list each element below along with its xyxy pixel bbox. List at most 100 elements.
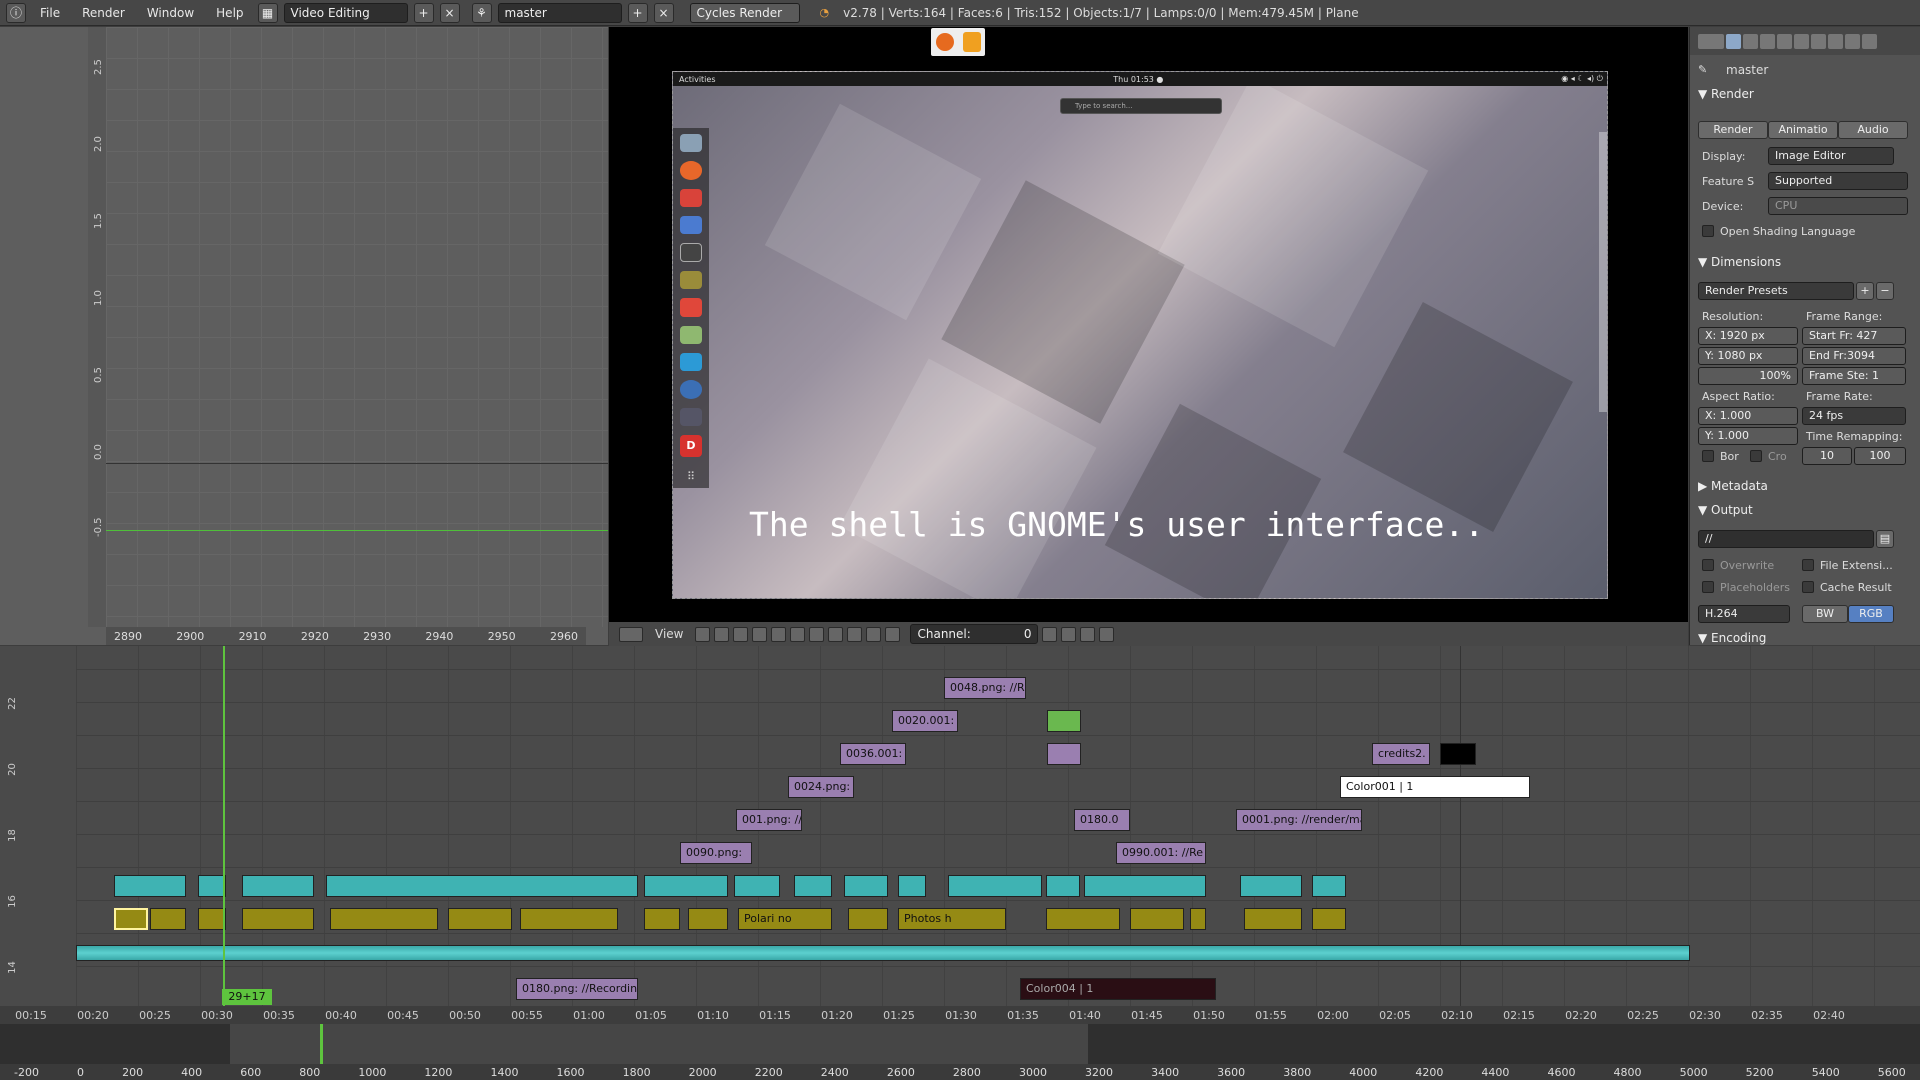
image-strip[interactable]: 0180.png: //Recording [516, 978, 638, 1000]
aspect-y-field[interactable]: Y: 1.000 [1698, 427, 1798, 445]
sound-strip[interactable] [948, 875, 1042, 897]
bw-toggle[interactable]: BW [1802, 605, 1848, 623]
aspect-x-field[interactable]: X: 1.000 [1698, 407, 1798, 425]
image-strip[interactable]: 0990.001: //Re [1116, 842, 1206, 864]
pin-icon[interactable]: ✎ [1698, 63, 1707, 76]
osl-checkbox[interactable] [1702, 225, 1714, 237]
movie-strip[interactable] [520, 908, 618, 930]
movie-strip[interactable]: Polari no [738, 908, 832, 930]
sound-strip[interactable] [1046, 875, 1080, 897]
menu-render[interactable]: Render [74, 6, 133, 20]
editor-type-icon[interactable] [1698, 33, 1724, 49]
feature-set-select[interactable]: Supported [1768, 172, 1908, 190]
audio-button[interactable]: Audio [1838, 121, 1908, 139]
device-select[interactable]: CPU [1768, 197, 1908, 215]
music-sound-strip[interactable] [76, 945, 1690, 961]
color-strip[interactable]: Color004 | 1 [1020, 978, 1216, 1000]
color-strip[interactable] [1440, 743, 1476, 765]
toolbar-icon[interactable] [1061, 626, 1077, 642]
image-strip[interactable]: 0024.png: [788, 776, 854, 798]
image-strip[interactable]: 001.png: // [736, 809, 802, 831]
toolbar-icon[interactable] [866, 626, 882, 642]
sound-strip[interactable] [114, 875, 186, 897]
channel-field[interactable]: Channel: 0 [910, 624, 1039, 644]
menu-help[interactable]: Help [208, 6, 251, 20]
sound-strip[interactable] [794, 875, 832, 897]
image-strip[interactable]: credits2. [1372, 743, 1430, 765]
cache-result-checkbox[interactable] [1802, 581, 1814, 593]
render-button[interactable]: Render [1698, 121, 1768, 139]
add-preset-button[interactable]: + [1856, 282, 1874, 300]
scene-field[interactable]: master [497, 2, 622, 23]
image-strip[interactable]: 0001.png: //render/ma [1236, 809, 1362, 831]
toolbar-icon[interactable] [752, 626, 768, 642]
scene-tab-icon[interactable] [1760, 33, 1775, 49]
toolbar-icon[interactable] [885, 626, 901, 642]
movie-strip[interactable] [448, 908, 512, 930]
screen-layout-field[interactable]: Video Editing [283, 2, 408, 23]
movie-strip[interactable] [1130, 908, 1184, 930]
toolbar-icon[interactable] [771, 626, 787, 642]
rgb-toggle[interactable]: RGB [1848, 605, 1894, 623]
folder-icon[interactable]: ▤ [1876, 530, 1894, 548]
toolbar-icon[interactable] [790, 626, 806, 642]
placeholders-checkbox[interactable] [1702, 581, 1714, 593]
movie-strip[interactable] [1312, 908, 1346, 930]
data-tab-icon[interactable] [1845, 33, 1860, 49]
constraints-tab-icon[interactable] [1811, 33, 1826, 49]
sound-strip[interactable] [198, 875, 226, 897]
world-tab-icon[interactable] [1777, 33, 1792, 49]
render-panel-header[interactable]: ▼ Render [1698, 87, 1754, 101]
dimensions-panel-header[interactable]: ▼ Dimensions [1698, 255, 1781, 269]
movie-strip[interactable] [1046, 908, 1120, 930]
image-strip[interactable]: 0090.png: [680, 842, 752, 864]
sound-strip[interactable] [326, 875, 638, 897]
time-remap-old-field[interactable]: 10 [1802, 447, 1852, 465]
image-strip[interactable]: 0180.0 [1074, 809, 1130, 831]
output-path-field[interactable]: // [1698, 530, 1874, 548]
render-tab-icon[interactable] [1726, 33, 1741, 49]
graph-editor[interactable]: 2.5 2.0 1.5 1.0 0.5 0.0 -0.5 2890 2900 2… [0, 27, 608, 645]
menu-file[interactable]: File [32, 6, 68, 20]
playhead[interactable] [223, 646, 225, 1006]
scene-icon[interactable]: ⚘ [471, 2, 492, 23]
movie-strip[interactable] [242, 908, 314, 930]
movie-strip[interactable]: Photos h [898, 908, 1006, 930]
sound-strip[interactable] [1240, 875, 1302, 897]
border-checkbox[interactable] [1702, 450, 1714, 462]
sound-strip[interactable] [1312, 875, 1346, 897]
sound-strip[interactable] [644, 875, 728, 897]
add-layout-icon[interactable]: + [413, 2, 434, 23]
frame-rate-select[interactable]: 24 fps [1802, 407, 1906, 425]
sequencer-editor[interactable]: 22 20 18 16 14 0048.png: //R 0020.001: 0… [0, 646, 1920, 1024]
movie-strip[interactable] [848, 908, 888, 930]
sequencer-preview[interactable]: Activities Thu 01:53 ● ◉ ◂ ☾ ◂) ⏻ Type t… [609, 27, 1688, 622]
remove-preset-button[interactable]: − [1876, 282, 1894, 300]
movie-strip[interactable] [150, 908, 186, 930]
movie-strip[interactable] [688, 908, 728, 930]
output-panel-header[interactable]: ▼ Output [1698, 503, 1753, 517]
render-presets-select[interactable]: Render Presets [1698, 282, 1854, 300]
crop-checkbox[interactable] [1750, 450, 1762, 462]
movie-strip[interactable] [330, 908, 438, 930]
encoding-panel-header[interactable]: ▼ Encoding [1698, 631, 1766, 645]
file-format-select[interactable]: H.264 [1698, 605, 1790, 623]
remove-layout-icon[interactable]: × [439, 2, 460, 23]
add-scene-icon[interactable]: + [627, 2, 648, 23]
overwrite-checkbox[interactable] [1702, 559, 1714, 571]
frame-end-field[interactable]: End Fr:3094 [1802, 347, 1906, 365]
toolbar-icon[interactable] [809, 626, 825, 642]
view-menu[interactable]: View [655, 627, 683, 641]
toolbar-icon[interactable] [733, 626, 749, 642]
sound-strip[interactable] [844, 875, 888, 897]
layers-tab-icon[interactable] [1743, 33, 1758, 49]
movie-strip[interactable] [198, 908, 226, 930]
effect-strip[interactable] [1047, 710, 1081, 732]
menu-window[interactable]: Window [139, 6, 202, 20]
image-strip[interactable] [1047, 743, 1081, 765]
material-tab-icon[interactable] [1862, 33, 1877, 49]
toolbar-icon[interactable] [1080, 626, 1096, 642]
info-editor-icon[interactable]: ⓘ [6, 2, 26, 23]
editor-type-icon[interactable] [619, 626, 643, 642]
resolution-percentage-field[interactable]: 100% [1698, 367, 1798, 385]
